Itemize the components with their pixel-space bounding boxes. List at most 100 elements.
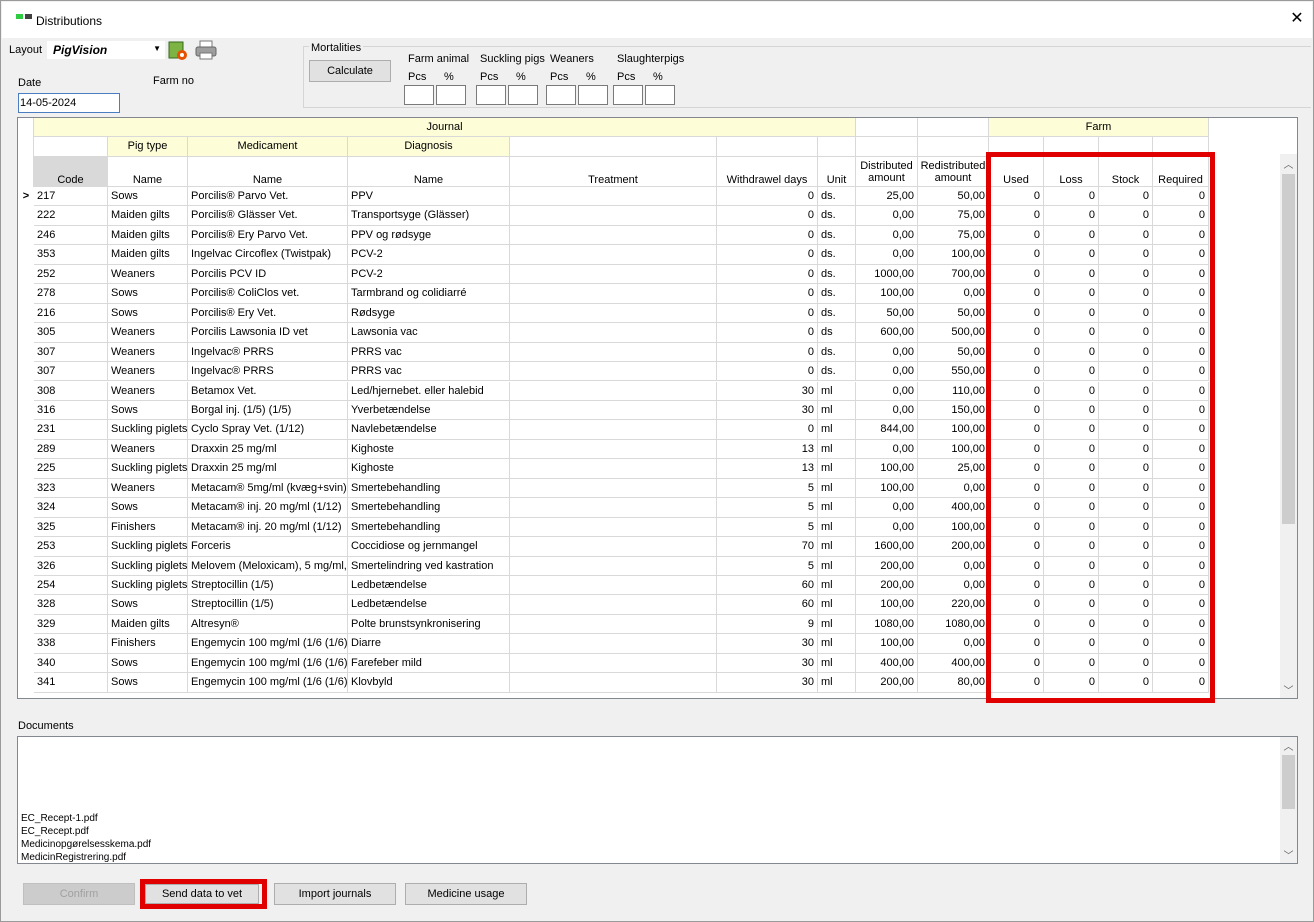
unit-cell[interactable]: ml [818, 653, 856, 674]
treatment-cell[interactable] [510, 556, 717, 576]
diagnosis-cell[interactable]: Navlebetændelse [348, 420, 510, 440]
required-cell[interactable]: 0 [1153, 264, 1209, 285]
table-row[interactable]: >217 Sows Porcilis® Parvo Vet. PPV 0 ds. 25,00… [18, 187, 1209, 207]
withdrawal-cell[interactable]: 60 [717, 595, 818, 615]
document-item[interactable]: Medicinopgørelsesskema.pdf [21, 839, 151, 850]
code-cell[interactable]: 353 [34, 245, 108, 265]
layout-select[interactable]: PigVision ▼ [47, 41, 165, 59]
code-cell[interactable]: 278 [34, 284, 108, 304]
code-cell[interactable]: 328 [34, 595, 108, 615]
row-selector[interactable] [18, 225, 34, 246]
loss-cell[interactable]: 0 [1044, 381, 1099, 401]
loss-cell[interactable]: 0 [1044, 225, 1099, 246]
loss-cell[interactable]: 0 [1044, 556, 1099, 576]
withdrawal-column-header[interactable]: Withdrawel days [717, 157, 818, 187]
required-cell[interactable]: 0 [1153, 342, 1209, 363]
required-cell[interactable]: 0 [1153, 225, 1209, 246]
loss-cell[interactable]: 0 [1044, 400, 1099, 421]
withdrawal-cell[interactable]: 60 [717, 576, 818, 596]
code-cell[interactable]: 225 [34, 459, 108, 479]
withdrawal-cell[interactable]: 0 [717, 342, 818, 363]
treatment-cell[interactable] [510, 673, 717, 693]
unit-cell[interactable]: ml [818, 420, 856, 440]
redistributed-cell[interactable]: 100,00 [918, 517, 989, 538]
medicament-cell[interactable]: Engemycin 100 mg/ml (1/6 (1/6) [188, 653, 348, 674]
used-column-header[interactable]: Used [989, 157, 1044, 187]
treatment-cell[interactable] [510, 653, 717, 674]
treatment-cell[interactable] [510, 439, 717, 460]
used-cell[interactable]: 0 [989, 206, 1044, 226]
required-cell[interactable]: 0 [1153, 673, 1209, 693]
stock-cell[interactable]: 0 [1099, 478, 1153, 499]
loss-cell[interactable]: 0 [1044, 342, 1099, 363]
code-cell[interactable]: 326 [34, 556, 108, 576]
code-cell[interactable]: 289 [34, 439, 108, 460]
table-row[interactable]: 278 Sows Porcilis® ColiClos vet. Tarmbrand … [18, 284, 1209, 304]
distributed-cell[interactable]: 200,00 [856, 576, 918, 596]
withdrawal-cell[interactable]: 0 [717, 420, 818, 440]
loss-cell[interactable]: 0 [1044, 420, 1099, 440]
code-cell[interactable]: 323 [34, 478, 108, 499]
code-cell[interactable]: 324 [34, 498, 108, 518]
required-cell[interactable]: 0 [1153, 323, 1209, 343]
treatment-cell[interactable] [510, 225, 717, 246]
unit-column-header[interactable]: Unit [818, 157, 856, 187]
unit-cell[interactable]: ml [818, 478, 856, 499]
stock-cell[interactable]: 0 [1099, 206, 1153, 226]
distributed-cell[interactable]: 100,00 [856, 634, 918, 654]
unit-cell[interactable]: ds. [818, 245, 856, 265]
table-row[interactable]: 308 Weaners Betamox Vet. Led/hjernebet. ell… [18, 381, 1209, 401]
used-cell[interactable]: 0 [989, 225, 1044, 246]
code-cell[interactable]: 340 [34, 653, 108, 674]
suckling-pigs-pcs-input[interactable] [476, 85, 506, 105]
redistributed-cell[interactable]: 0,00 [918, 634, 989, 654]
stock-cell[interactable]: 0 [1099, 342, 1153, 363]
row-selector[interactable] [18, 673, 34, 693]
medicament-cell[interactable]: Metacam® inj. 20 mg/ml (1/12) [188, 517, 348, 538]
distributed-cell[interactable]: 100,00 [856, 595, 918, 615]
required-cell[interactable]: 0 [1153, 517, 1209, 538]
stock-cell[interactable]: 0 [1099, 420, 1153, 440]
table-row[interactable]: 231 Suckling piglets Cyclo Spray Vet. (1/1… [18, 420, 1209, 440]
unit-cell[interactable]: ml [818, 459, 856, 479]
withdrawal-cell[interactable]: 30 [717, 634, 818, 654]
pigtype-cell[interactable]: Weaners [108, 381, 188, 401]
row-selector[interactable] [18, 556, 34, 576]
table-row[interactable]: 316 Sows Borgal inj. (1/5) (1/5) Yverbetænd… [18, 400, 1209, 421]
row-selector[interactable] [18, 264, 34, 285]
required-cell[interactable]: 0 [1153, 537, 1209, 557]
withdrawal-cell[interactable]: 5 [717, 478, 818, 499]
required-cell[interactable]: 0 [1153, 576, 1209, 596]
loss-cell[interactable]: 0 [1044, 264, 1099, 285]
table-row[interactable]: 246 Maiden gilts Porcilis® Ery Parvo Vet. P… [18, 225, 1209, 246]
calculate-button[interactable]: Calculate [309, 60, 391, 82]
loss-cell[interactable]: 0 [1044, 653, 1099, 674]
pigtype-name-column-header[interactable]: Name [108, 157, 188, 187]
stock-cell[interactable]: 0 [1099, 381, 1153, 401]
unit-cell[interactable]: ds [818, 323, 856, 343]
unit-cell[interactable]: ml [818, 498, 856, 518]
pigtype-cell[interactable]: Maiden gilts [108, 225, 188, 246]
code-cell[interactable]: 217 [34, 187, 108, 207]
distributed-cell[interactable]: 0,00 [856, 225, 918, 246]
withdrawal-cell[interactable]: 0 [717, 284, 818, 304]
pigtype-cell[interactable]: Suckling piglets [108, 459, 188, 479]
row-selector[interactable] [18, 595, 34, 615]
diagnosis-cell[interactable]: Led/hjernebet. eller halebid [348, 381, 510, 401]
required-cell[interactable]: 0 [1153, 439, 1209, 460]
medicament-cell[interactable]: Ingelvac® PRRS [188, 342, 348, 363]
withdrawal-cell[interactable]: 5 [717, 517, 818, 538]
row-selector[interactable] [18, 381, 34, 401]
withdrawal-cell[interactable]: 30 [717, 400, 818, 421]
medicament-cell[interactable]: Porcilis PCV ID [188, 264, 348, 285]
medicament-cell[interactable]: Draxxin 25 mg/ml [188, 439, 348, 460]
used-cell[interactable]: 0 [989, 614, 1044, 635]
diagnosis-cell[interactable]: PPV og rødsyge [348, 225, 510, 246]
medicament-cell[interactable]: Porcilis® Glässer Vet. [188, 206, 348, 226]
distributed-cell[interactable]: 200,00 [856, 673, 918, 693]
distributed-cell[interactable]: 400,00 [856, 653, 918, 674]
distributed-cell[interactable]: 0,00 [856, 439, 918, 460]
pigtype-cell[interactable]: Weaners [108, 342, 188, 363]
distributions-grid[interactable]: Journal Farm Pig type Medicament Diagnos… [17, 117, 1298, 699]
table-row[interactable]: 253 Suckling piglets Forceris Coccidiose og… [18, 537, 1209, 557]
